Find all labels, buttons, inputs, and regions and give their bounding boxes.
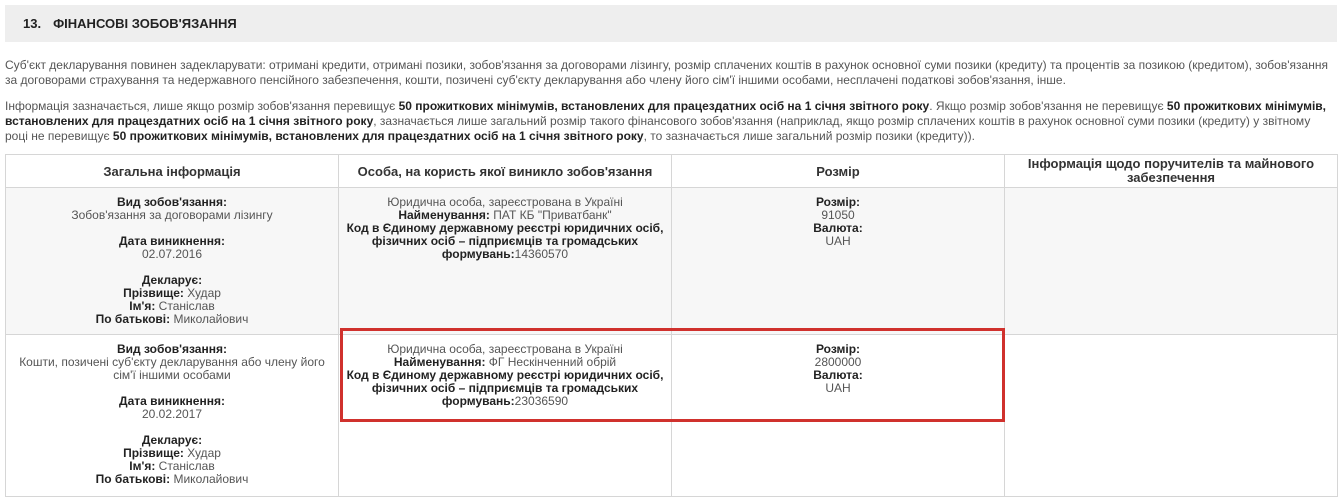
table-row: Вид зобов'язання: Кошти, позичені суб'єк…	[5, 334, 1338, 497]
cell-guarantors	[1004, 334, 1338, 497]
header-general-info: Загальна інформація	[5, 154, 339, 188]
type-value: Зобов'язання за договорами лізингу	[71, 208, 273, 222]
cell-size: Розмір: 2800000 Валюта: UAH	[671, 334, 1005, 497]
surname-label: Прізвище:	[123, 286, 184, 300]
patronymic-value: Миколайович	[173, 312, 249, 326]
intro-paragraph-2: Інформація зазначається, лише якщо розмі…	[5, 99, 1327, 143]
name-value: Станіслав	[158, 299, 215, 313]
cell-general-info: Вид зобов'язання: Зобов'язання за догово…	[5, 187, 339, 335]
surname-value: Худар	[187, 286, 221, 300]
cell-guarantors	[1004, 187, 1338, 335]
date-value: 20.02.2017	[141, 407, 203, 421]
patronymic-label: По батькові:	[95, 472, 171, 486]
liabilities-table: Загальна інформація Особа, на користь як…	[5, 154, 1338, 497]
table-row: Вид зобов'язання: Зобов'язання за догово…	[5, 187, 1338, 335]
type-value: Кошти, позичені суб'єкту декларування аб…	[19, 355, 325, 382]
org-code-value: 23036590	[514, 394, 569, 408]
org-code-label: Код в Єдиному державному реєстрі юридичн…	[346, 368, 664, 408]
org-name-value: ФГ Нескінченний обрій	[488, 355, 617, 369]
header-guarantors: Інформація щодо поручителів та майнового…	[1004, 154, 1338, 188]
date-value: 02.07.2016	[141, 247, 203, 261]
org-code-label: Код в Єдиному державному реєстрі юридичн…	[346, 221, 664, 261]
section-number: 13.	[23, 16, 42, 31]
intro-paragraph-1: Суб'єкт декларування повинен задекларува…	[5, 58, 1328, 87]
header-size: Розмір	[671, 154, 1005, 188]
cell-beneficiary: Юридична особа, зареєстрована в Україні …	[338, 334, 672, 497]
cell-beneficiary: Юридична особа, зареєстрована в Україні …	[338, 187, 672, 335]
patronymic-value: Миколайович	[173, 472, 249, 486]
org-name-label: Найменування:	[393, 355, 486, 369]
surname-label: Прізвище:	[123, 446, 184, 460]
currency-value: UAH	[825, 381, 851, 395]
patronymic-label: По батькові:	[95, 312, 171, 326]
section-title: ФІНАНСОВІ ЗОБОВ'ЯЗАННЯ	[53, 16, 237, 31]
name-label: Ім'я:	[129, 299, 156, 313]
org-name-label: Найменування:	[398, 208, 490, 222]
table-header-row: Загальна інформація Особа, на користь як…	[5, 154, 1338, 188]
header-beneficiary: Особа, на користь якої виникло зобов'яза…	[338, 154, 672, 188]
section-header: 13. ФІНАНСОВІ ЗОБОВ'ЯЗАННЯ	[5, 5, 1337, 42]
surname-value: Худар	[187, 446, 221, 460]
name-label: Ім'я:	[129, 459, 156, 473]
cell-size: Розмір: 91050 Валюта: UAH	[671, 187, 1005, 335]
cell-general-info: Вид зобов'язання: Кошти, позичені суб'єк…	[5, 334, 339, 497]
currency-value: UAH	[825, 234, 851, 248]
name-value: Станіслав	[158, 459, 215, 473]
org-code-value: 14360570	[514, 247, 569, 261]
org-name-value: ПАТ КБ "Приватбанк"	[493, 208, 612, 222]
